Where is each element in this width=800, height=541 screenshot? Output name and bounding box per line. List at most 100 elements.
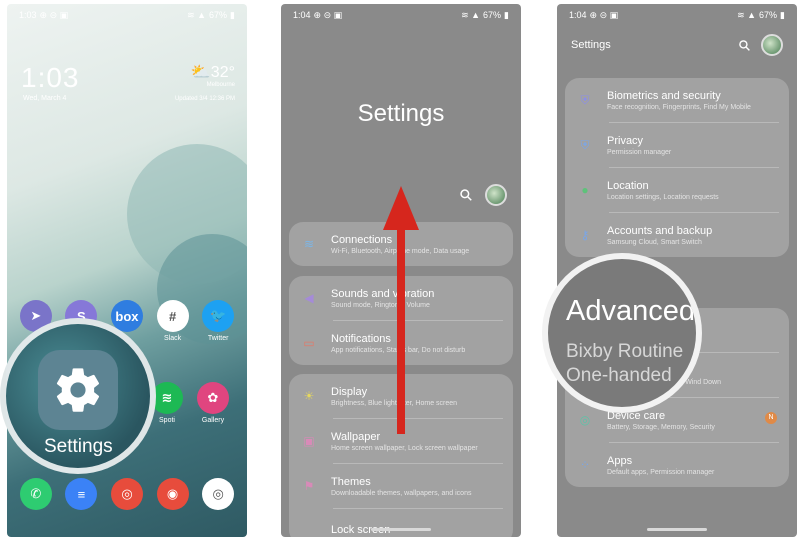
swipe-up-arrow xyxy=(397,226,405,434)
display-icon: ☀ xyxy=(303,389,315,403)
settings-row-title: Sounds and vibration xyxy=(331,287,435,300)
settings-row-title: Location xyxy=(607,179,649,192)
search-icon[interactable] xyxy=(738,39,751,52)
gesture-bar[interactable] xyxy=(647,528,707,531)
app-gallery-label: Gallery xyxy=(201,417,225,424)
apps-icon: ⁘ xyxy=(579,458,591,472)
signal-icons: ≋ ▲ xyxy=(737,9,757,20)
settings-row-subtitle: Home screen wallpaper, Lock screen wallp… xyxy=(331,444,478,452)
dock-app-4[interactable]: ◎ xyxy=(198,478,238,513)
settings-app-label: Settings xyxy=(44,436,113,457)
advanced-features-title[interactable]: Advanced xyxy=(566,295,695,328)
status-bar: 1:04 ⊕ ⊝ ▣ ≋ ▲ 67% ▮ xyxy=(281,4,521,26)
dock-app-1[interactable]: ≡ xyxy=(61,478,101,513)
weather-widget[interactable]: ⛅32° Melbourne xyxy=(191,62,235,88)
settings-row-title: Privacy xyxy=(607,134,644,147)
settings-row[interactable]: ● Location Location settings, Location req… xyxy=(565,168,789,212)
battery-level: 67% xyxy=(759,10,778,20)
avatar[interactable] xyxy=(485,184,507,206)
notifications-icon: ▭ xyxy=(303,336,315,350)
settings-row-subtitle: Sound mode, Ringtone, Volume xyxy=(331,301,430,309)
settings-row-subtitle: Brightness, Blue light filter, Home scre… xyxy=(331,399,458,407)
settings-header: Settings xyxy=(571,34,783,56)
settings-row-title: Biometrics and security xyxy=(607,89,721,102)
battery-icon: ▮ xyxy=(780,9,785,20)
page-title: Settings xyxy=(357,100,445,127)
search-icon[interactable] xyxy=(459,188,473,202)
status-bar: 1:04 ⊕ ⊝ ▣ ≋ ▲ 67% ▮ xyxy=(557,4,797,26)
status-time: 1:04 xyxy=(569,10,587,20)
app-gallery[interactable]: ✿ Gallery xyxy=(193,382,233,424)
app-slack-icon: # xyxy=(156,300,189,332)
key-icon: ⚷ xyxy=(580,228,590,242)
themes-icon: ⚑ xyxy=(303,479,315,493)
weather-city: Melbourne xyxy=(206,82,235,88)
status-time: 1:03 xyxy=(19,10,37,20)
settings-app-zoom: Settings xyxy=(0,318,156,474)
notification-icons: ⊕ ⊝ ▣ xyxy=(589,9,619,20)
gear-icon xyxy=(56,368,100,412)
app-slack[interactable]: # Slack xyxy=(153,300,193,342)
swipe-up-arrowhead xyxy=(383,186,419,230)
settings-row-subtitle: Default apps, Permission manager xyxy=(607,468,715,476)
dock-app-1-icon: ≡ xyxy=(65,478,98,510)
app-twitter[interactable]: 🐦 Twitter xyxy=(198,300,238,342)
battery-level: 67% xyxy=(209,10,228,20)
dock-app-0-icon: ✆ xyxy=(19,478,52,510)
dock-app-3-icon: ◉ xyxy=(156,478,189,510)
notification-icons: ⊕ ⊝ ▣ xyxy=(39,9,69,20)
settings-row[interactable]: ⁘ Apps Default apps, Permission manager xyxy=(565,443,789,487)
weather-icon: ⛅ xyxy=(190,64,211,81)
lock-icon xyxy=(301,523,317,537)
avatar[interactable] xyxy=(761,34,783,56)
device-care-icon: ◎ xyxy=(579,413,591,427)
settings-row-subtitle: Location settings, Location requests xyxy=(607,193,719,201)
lock-clock: 1:03 xyxy=(21,62,80,93)
settings-row[interactable]: ⚑ Themes Downloadable themes, wallpapers, … xyxy=(289,464,513,508)
privacy-icon: ⛨ xyxy=(580,137,590,152)
status-bar: 1:03 ⊕ ⊝ ▣ ≋ ▲ 67% ▮ xyxy=(7,4,247,26)
app-spoti-label: Spoti xyxy=(159,417,175,424)
settings-row-subtitle: Samsung Cloud, Smart Switch xyxy=(607,238,702,246)
settings-row-title: Display xyxy=(331,385,368,398)
settings-row-subtitle: Battery, Storage, Memory, Security xyxy=(607,423,715,431)
settings-toolbar xyxy=(459,184,507,206)
settings-row[interactable]: ⛨ Biometrics and security Face recognition… xyxy=(565,78,789,122)
weather-temp: 32° xyxy=(210,64,235,81)
battery-icon: ▮ xyxy=(504,9,509,20)
settings-row-subtitle: Downloadable themes, wallpapers, and ico… xyxy=(331,489,472,497)
weather-updated: Updated 3/4 12:36 PM xyxy=(174,96,235,102)
settings-row-subtitle: Face recognition, Fingerprints, Find My … xyxy=(607,103,751,111)
settings-row[interactable]: Lock screen xyxy=(289,509,513,537)
signal-icons: ≋ ▲ xyxy=(461,9,481,20)
new-badge: N xyxy=(765,412,777,424)
app-slack-label: Slack xyxy=(164,335,182,342)
settings-row[interactable]: ⛨ Privacy Permission manager xyxy=(565,123,789,167)
volume-icon: ◀ xyxy=(304,291,314,305)
dock-app-3[interactable]: ◉ xyxy=(153,478,193,513)
settings-row-title: Themes xyxy=(331,475,371,488)
settings-top-phone: 1:04 ⊕ ⊝ ▣ ≋ ▲ 67% ▮ Settings ≋ Connections W… xyxy=(281,4,521,537)
settings-card-security: ⛨ Biometrics and security Face recognition… xyxy=(565,78,789,257)
settings-row[interactable]: ⚷ Accounts and backup Samsung Cloud, Smart… xyxy=(565,213,789,257)
battery-level: 67% xyxy=(483,10,502,20)
dock-app-2-icon: ◎ xyxy=(110,478,143,510)
dock-app-4-icon: ◎ xyxy=(202,478,235,510)
dock-app-0[interactable]: ✆ xyxy=(16,478,56,513)
dock-app-2[interactable]: ◎ xyxy=(107,478,147,513)
status-time: 1:04 xyxy=(293,10,311,20)
app-gallery-icon: ✿ xyxy=(197,382,229,414)
app-dock: ✆ ≡ ◎ ◉ ◎ xyxy=(7,478,247,513)
advanced-features-sub1: Bixby Routine xyxy=(566,341,684,362)
gesture-bar[interactable] xyxy=(371,528,431,531)
settings-row-title: Apps xyxy=(607,454,633,467)
signal-icons: ≋ ▲ xyxy=(187,9,207,20)
location-icon: ● xyxy=(581,183,589,197)
wifi-icon: ≋ xyxy=(303,237,315,251)
settings-app-icon[interactable] xyxy=(38,350,118,430)
app-twitter-icon: 🐦 xyxy=(202,300,235,332)
page-title: Settings xyxy=(571,39,611,51)
settings-row-title: Accounts and backup xyxy=(607,224,713,237)
advanced-features-zoom: Advanced Bixby Routine One-handed xyxy=(542,253,702,413)
battery-icon: ▮ xyxy=(230,9,235,20)
